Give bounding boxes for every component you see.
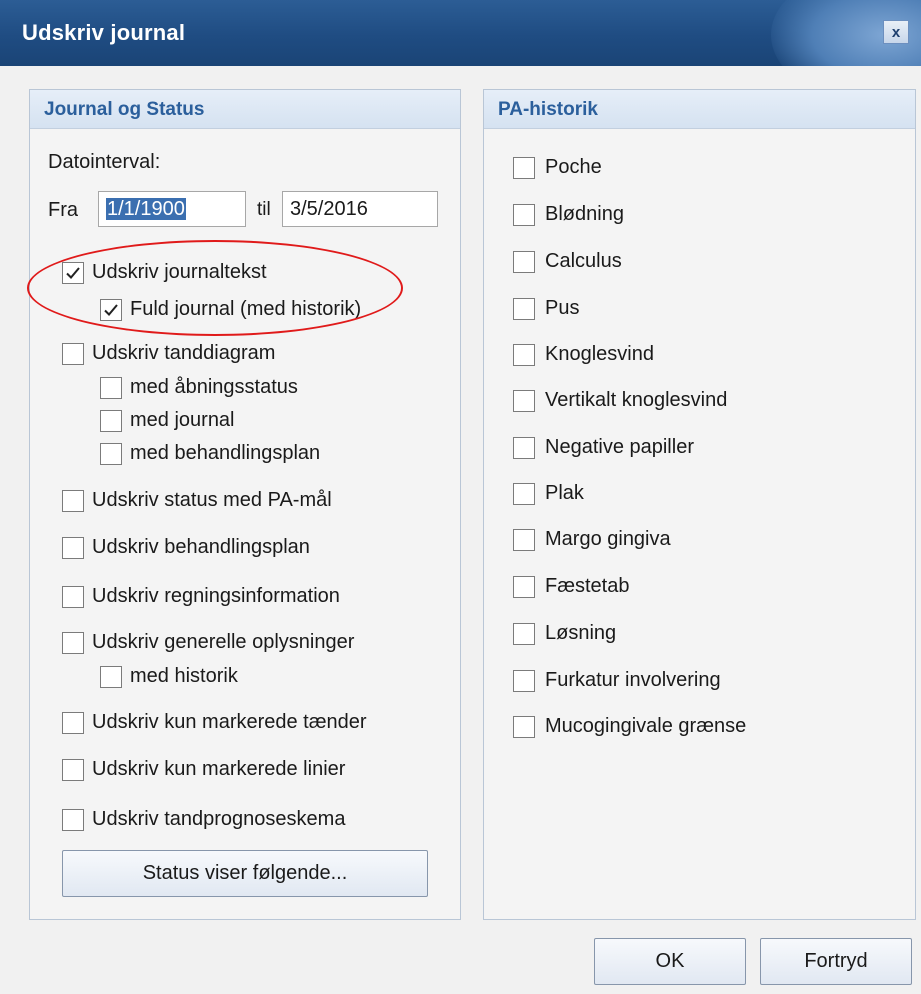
label-print-journal-text: Udskriv journaltekst	[92, 261, 267, 283]
checkbox-poche[interactable]	[513, 157, 535, 179]
checkbox-print-journal-text[interactable]	[62, 262, 84, 284]
checkbox-margo-gingiva[interactable]	[513, 529, 535, 551]
checkbox-print-status-pa[interactable]	[62, 490, 84, 512]
label-full-journal: Fuld journal (med historik)	[130, 298, 362, 320]
pa-history-header: PA-historik	[484, 90, 915, 129]
from-date-value: 1/1/1900	[106, 198, 186, 220]
to-date-field[interactable]: 3/5/2016	[282, 191, 438, 227]
label-print-billing-info: Udskriv regningsinformation	[92, 585, 340, 607]
checkmark-icon	[104, 304, 118, 316]
label-vertical-bone-loss: Vertikalt knoglesvind	[545, 389, 728, 411]
checkbox-with-opening-status[interactable]	[100, 377, 122, 399]
from-label: Fra	[48, 199, 78, 221]
checkbox-vertical-bone-loss[interactable]	[513, 390, 535, 412]
checkbox-print-treatment-plan[interactable]	[62, 537, 84, 559]
label-with-history: med historik	[130, 665, 238, 687]
label-print-general-info: Udskriv generelle oplysninger	[92, 631, 355, 653]
label-with-journal: med journal	[130, 409, 235, 431]
label-marked-lines: Udskriv kun markerede linier	[92, 758, 346, 780]
label-bleeding: Blødning	[545, 203, 624, 225]
label-furcation-involvement: Furkatur involvering	[545, 669, 721, 691]
checkbox-calculus[interactable]	[513, 251, 535, 273]
from-date-field[interactable]: 1/1/1900	[98, 191, 246, 227]
checkmark-icon	[66, 267, 80, 279]
dialog-title: Udskriv journal	[22, 20, 186, 45]
label-negative-papillae: Negative papiller	[545, 436, 694, 458]
date-interval-label: Datointerval:	[48, 151, 161, 173]
status-shows-button[interactable]: Status viser følgende...	[62, 850, 428, 897]
label-pus: Pus	[545, 297, 580, 319]
checkbox-marked-lines[interactable]	[62, 759, 84, 781]
to-label: til	[257, 199, 271, 220]
checkbox-plaque[interactable]	[513, 483, 535, 505]
label-attachment-loss: Fæstetab	[545, 575, 630, 597]
checkbox-furcation-involvement[interactable]	[513, 670, 535, 692]
label-print-treatment-plan: Udskriv behandlingsplan	[92, 536, 310, 558]
checkbox-pus[interactable]	[513, 298, 535, 320]
checkbox-tooth-prognosis[interactable]	[62, 809, 84, 831]
label-mucogingival-border: Mucogingivale grænse	[545, 715, 747, 737]
label-calculus: Calculus	[545, 250, 622, 272]
close-icon: x	[891, 23, 901, 41]
label-marked-teeth: Udskriv kun markerede tænder	[92, 711, 367, 733]
label-with-opening-status: med åbningsstatus	[130, 376, 298, 398]
label-tooth-prognosis: Udskriv tandprognoseskema	[92, 808, 346, 830]
checkbox-negative-papillae[interactable]	[513, 437, 535, 459]
ok-button[interactable]: OK	[594, 938, 746, 985]
label-bone-loss: Knoglesvind	[545, 343, 654, 365]
checkbox-full-journal[interactable]	[100, 299, 122, 321]
print-journal-dialog: Udskriv journal x Journal og Status Dato…	[0, 0, 921, 994]
to-date-value: 3/5/2016	[290, 198, 368, 220]
cancel-button[interactable]: Fortryd	[760, 938, 912, 985]
checkbox-with-journal[interactable]	[100, 410, 122, 432]
checkbox-with-treatment-plan[interactable]	[100, 443, 122, 465]
checkbox-attachment-loss[interactable]	[513, 576, 535, 598]
label-mobility: Løsning	[545, 622, 617, 644]
journal-status-header: Journal og Status	[30, 90, 460, 129]
checkbox-mobility[interactable]	[513, 623, 535, 645]
title-bar: Udskriv journal x	[0, 0, 921, 66]
journal-status-title: Journal og Status	[44, 99, 205, 120]
label-print-tooth-diagram: Udskriv tanddiagram	[92, 342, 276, 364]
label-with-treatment-plan: med behandlingsplan	[130, 442, 321, 464]
label-print-status-pa: Udskriv status med PA-mål	[92, 489, 332, 511]
label-poche: Poche	[545, 156, 602, 178]
label-margo-gingiva: Margo gingiva	[545, 528, 671, 550]
checkbox-print-tooth-diagram[interactable]	[62, 343, 84, 365]
checkbox-mucogingival-border[interactable]	[513, 716, 535, 738]
checkbox-bleeding[interactable]	[513, 204, 535, 226]
checkbox-marked-teeth[interactable]	[62, 712, 84, 734]
checkbox-with-history[interactable]	[100, 666, 122, 688]
close-button[interactable]: x	[883, 20, 909, 44]
label-plaque: Plak	[545, 482, 584, 504]
checkbox-bone-loss[interactable]	[513, 344, 535, 366]
checkbox-print-general-info[interactable]	[62, 632, 84, 654]
pa-history-title: PA-historik	[498, 99, 598, 120]
checkbox-print-billing-info[interactable]	[62, 586, 84, 608]
